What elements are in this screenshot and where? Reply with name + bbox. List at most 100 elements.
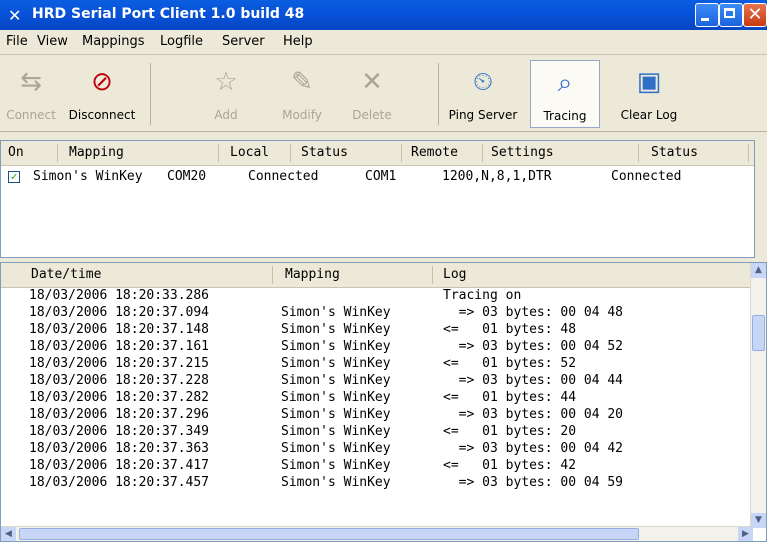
log-datetime: 18/03/2006 18:20:37.148 bbox=[29, 322, 210, 337]
log-mapping: Simon's WinKey bbox=[281, 356, 391, 371]
horizontal-scrollbar[interactable]: ◀ ▶ bbox=[1, 526, 753, 541]
connect-arrows-icon: ⇆ bbox=[20, 67, 42, 97]
toolbar-separator bbox=[438, 63, 439, 125]
column-divider[interactable] bbox=[482, 144, 483, 162]
column-on[interactable]: On bbox=[8, 145, 24, 160]
menu-mappings[interactable]: Mappings bbox=[82, 34, 145, 49]
add-label: Add bbox=[214, 108, 238, 122]
log-message: => 03 bytes: 00 04 48 bbox=[443, 305, 624, 320]
column-divider[interactable] bbox=[432, 266, 433, 284]
log-mapping: Simon's WinKey bbox=[281, 373, 391, 388]
log-message: => 03 bytes: 00 04 44 bbox=[443, 373, 624, 388]
log-mapping: Simon's WinKey bbox=[281, 322, 391, 337]
mapping-remote: COM1 bbox=[365, 169, 397, 184]
close-button[interactable]: ✕ bbox=[743, 3, 767, 27]
column-mapping[interactable]: Mapping bbox=[69, 145, 124, 160]
minimize-button[interactable] bbox=[695, 3, 719, 27]
column-remote-status[interactable]: Status bbox=[651, 145, 698, 160]
title-bar[interactable]: ✕ HRD Serial Port Client 1.0 build 48 ✕ bbox=[0, 0, 767, 30]
ping-server-button[interactable]: ⏲ Ping Server bbox=[444, 60, 522, 128]
log-message: => 03 bytes: 00 04 42 bbox=[443, 441, 624, 456]
mapping-name: Simon's WinKey bbox=[33, 169, 143, 184]
column-divider[interactable] bbox=[57, 144, 58, 162]
edit-document-icon: ✎ bbox=[291, 67, 313, 97]
column-divider[interactable] bbox=[638, 144, 639, 162]
log-row[interactable]: 18/03/2006 18:20:37.228 Simon's WinKey =>… bbox=[1, 372, 753, 389]
menu-logfile[interactable]: Logfile bbox=[160, 34, 203, 49]
log-datetime: 18/03/2006 18:20:37.296 bbox=[29, 407, 210, 422]
mapping-list[interactable]: On Mapping Local Status Remote Settings … bbox=[0, 140, 755, 258]
menu-bar: File View Mappings Logfile Server Help bbox=[0, 30, 767, 55]
scroll-up-icon[interactable]: ▲ bbox=[751, 263, 766, 278]
column-remote[interactable]: Remote bbox=[411, 145, 458, 160]
log-datetime: 18/03/2006 18:20:37.363 bbox=[29, 441, 210, 456]
column-datetime[interactable]: Date/time bbox=[31, 267, 101, 282]
app-window: ✕ HRD Serial Port Client 1.0 build 48 ✕ … bbox=[0, 0, 767, 542]
column-settings[interactable]: Settings bbox=[491, 145, 554, 160]
vertical-scrollbar[interactable]: ▲ ▼ bbox=[750, 263, 766, 528]
connect-button[interactable]: ⇆ Connect bbox=[2, 60, 60, 128]
log-datetime: 18/03/2006 18:20:37.215 bbox=[29, 356, 210, 371]
column-divider[interactable] bbox=[290, 144, 291, 162]
ping-clock-icon: ⏲ bbox=[472, 67, 494, 97]
vertical-scroll-thumb[interactable] bbox=[752, 315, 765, 351]
mapping-enabled-checkbox[interactable]: ✓ bbox=[8, 171, 20, 183]
column-divider[interactable] bbox=[401, 144, 402, 162]
log-mapping: Simon's WinKey bbox=[281, 390, 391, 405]
log-datetime: 18/03/2006 18:20:37.457 bbox=[29, 475, 210, 490]
tracing-label: Tracing bbox=[543, 109, 587, 123]
log-row[interactable]: 18/03/2006 18:20:37.457 Simon's WinKey =>… bbox=[1, 474, 753, 491]
log-row[interactable]: 18/03/2006 18:20:37.282 Simon's WinKey <= … bbox=[1, 389, 753, 406]
column-divider[interactable] bbox=[748, 144, 749, 162]
mapping-row[interactable]: ✓ Simon's WinKey COM20 Connected COM1 12… bbox=[1, 167, 754, 187]
clear-log-label: Clear Log bbox=[620, 108, 678, 122]
disconnect-label: Disconnect bbox=[68, 108, 136, 122]
scroll-down-icon[interactable]: ▼ bbox=[751, 513, 766, 528]
modify-button[interactable]: ✎ Modify bbox=[270, 60, 334, 128]
log-row[interactable]: 18/03/2006 18:20:37.296 Simon's WinKey =>… bbox=[1, 406, 753, 423]
log-row[interactable]: 18/03/2006 18:20:33.286 Tracing on bbox=[1, 287, 753, 304]
column-log[interactable]: Log bbox=[443, 267, 466, 282]
clear-log-icon: ▣ bbox=[636, 67, 662, 97]
log-mapping: Simon's WinKey bbox=[281, 305, 391, 320]
log-message: <= 01 bytes: 44 bbox=[443, 390, 577, 405]
clear-log-button[interactable]: ▣ Clear Log bbox=[614, 60, 684, 128]
window-title: HRD Serial Port Client 1.0 build 48 bbox=[32, 6, 305, 22]
column-status[interactable]: Status bbox=[301, 145, 348, 160]
scroll-right-icon[interactable]: ▶ bbox=[738, 527, 753, 541]
no-entry-icon: ⊘ bbox=[91, 67, 113, 97]
column-divider[interactable] bbox=[218, 144, 219, 162]
column-local[interactable]: Local bbox=[230, 145, 269, 160]
disconnect-button[interactable]: ⊘ Disconnect bbox=[64, 60, 140, 128]
tracing-button[interactable]: ⌕ Tracing bbox=[530, 60, 600, 128]
menu-file[interactable]: File bbox=[6, 34, 28, 49]
log-header: Date/time Mapping Log bbox=[1, 263, 753, 288]
log-row[interactable]: 18/03/2006 18:20:37.161 Simon's WinKey =>… bbox=[1, 338, 753, 355]
star-icon: ☆ bbox=[214, 67, 238, 97]
log-mapping: Simon's WinKey bbox=[281, 339, 391, 354]
maximize-button[interactable] bbox=[719, 3, 743, 27]
log-datetime: 18/03/2006 18:20:37.161 bbox=[29, 339, 210, 354]
log-row[interactable]: 18/03/2006 18:20:37.363 Simon's WinKey =>… bbox=[1, 440, 753, 457]
delete-button[interactable]: ✕ Delete bbox=[340, 60, 404, 128]
horizontal-scroll-thumb[interactable] bbox=[19, 528, 639, 540]
add-button[interactable]: ☆ Add bbox=[196, 60, 256, 128]
log-row[interactable]: 18/03/2006 18:20:37.148 Simon's WinKey <= … bbox=[1, 321, 753, 338]
menu-help[interactable]: Help bbox=[283, 34, 313, 49]
log-row[interactable]: 18/03/2006 18:20:37.349 Simon's WinKey <= … bbox=[1, 423, 753, 440]
scroll-left-icon[interactable]: ◀ bbox=[1, 527, 16, 541]
menu-server[interactable]: Server bbox=[222, 34, 265, 49]
minimize-icon bbox=[701, 18, 709, 21]
mapping-status: Connected bbox=[248, 169, 319, 184]
log-message: => 03 bytes: 00 04 52 bbox=[443, 339, 624, 354]
delete-label: Delete bbox=[352, 108, 392, 122]
column-divider[interactable] bbox=[272, 266, 273, 284]
log-row[interactable]: 18/03/2006 18:20:37.215 Simon's WinKey <= … bbox=[1, 355, 753, 372]
log-row[interactable]: 18/03/2006 18:20:37.094 Simon's WinKey =>… bbox=[1, 304, 753, 321]
trace-log[interactable]: Date/time Mapping Log 18/03/2006 18:20:3… bbox=[0, 262, 767, 542]
mapping-settings: 1200,N,8,1,DTR bbox=[442, 169, 552, 184]
log-datetime: 18/03/2006 18:20:37.228 bbox=[29, 373, 210, 388]
menu-view[interactable]: View bbox=[37, 34, 68, 49]
column-log-mapping[interactable]: Mapping bbox=[285, 267, 340, 282]
log-row[interactable]: 18/03/2006 18:20:37.417 Simon's WinKey <= … bbox=[1, 457, 753, 474]
